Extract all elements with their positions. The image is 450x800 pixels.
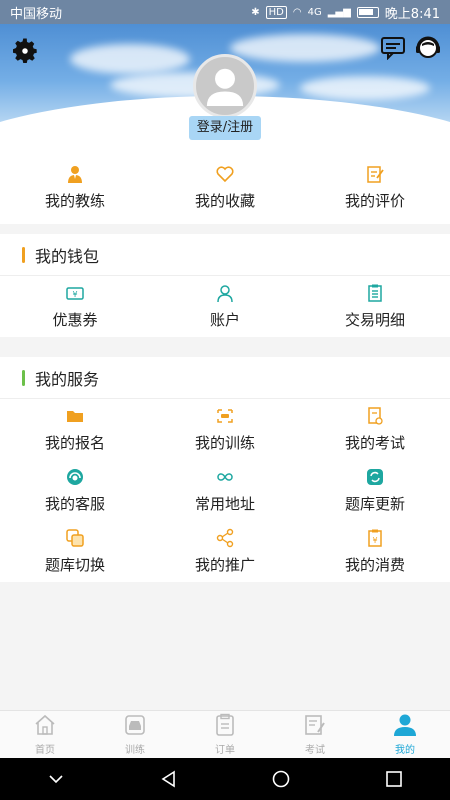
menu-item[interactable]: 题库更新 <box>300 460 450 521</box>
folder-icon <box>65 406 85 426</box>
menu-item[interactable]: 账户 <box>150 276 300 337</box>
menu-item[interactable]: 题库切换 <box>0 521 150 582</box>
bottom-tab-bar: 首页 训练 订单 考试 我的 <box>0 710 450 758</box>
menu-item-label: 我的考试 <box>344 434 405 452</box>
wifi-icon: ◠ <box>292 6 302 18</box>
status-icons: ✱ HD ◠ 4G ▂▄▆ 晚上8:41 <box>251 3 440 22</box>
heart-icon <box>215 164 235 184</box>
tab-label: 训练 <box>125 745 145 756</box>
hd-badge: HD <box>265 5 287 19</box>
section-title: 我的钱包 <box>35 246 100 266</box>
menu-item-label: 我的客服 <box>44 495 105 513</box>
recents-icon[interactable] <box>384 769 404 789</box>
cloud-decoration <box>300 76 430 100</box>
menu-item-label: 我的评价 <box>344 191 405 210</box>
message-icon[interactable] <box>380 36 406 60</box>
services-grid: 我的报名 我的训练 我的考试我的客服 常用地址 题库更新题库切换 我的推广 ¥ 我的消费 <box>0 399 450 582</box>
menu-item-label: 我的报名 <box>44 434 105 452</box>
tab-2[interactable]: 订单 <box>180 711 270 758</box>
menu-item-label: 常用地址 <box>194 495 255 513</box>
bluetooth-icon: ✱ <box>251 6 260 18</box>
clipboard-icon <box>213 713 237 740</box>
profile-page: 中国移动 ✱ HD ◠ 4G ▂▄▆ 晚上8:41 登录/注册 我的教练 我的收… <box>0 0 450 800</box>
tab-1[interactable]: 训练 <box>90 711 180 758</box>
menu-item-label: 我的消费 <box>344 556 405 574</box>
customer-service-icon[interactable] <box>414 34 442 62</box>
receipt-icon: ¥ <box>365 528 385 548</box>
car-icon <box>215 406 235 426</box>
menu-item[interactable]: 我的收藏 <box>150 150 300 224</box>
status-bar: 中国移动 ✱ HD ◠ 4G ▂▄▆ 晚上8:41 <box>0 0 450 24</box>
battery-icon <box>356 6 379 18</box>
edit-icon <box>365 164 385 184</box>
section-accent-bar <box>22 246 25 263</box>
list-icon <box>365 283 385 303</box>
tab-3[interactable]: 考试 <box>270 711 360 758</box>
home-icon <box>33 713 57 740</box>
wallet-grid: ¥ 优惠券 账户 交易明细 <box>0 276 450 337</box>
menu-item[interactable]: ¥ 我的消费 <box>300 521 450 582</box>
gear-icon[interactable] <box>10 36 40 66</box>
section-accent-bar <box>22 369 25 386</box>
menu-item[interactable]: 常用地址 <box>150 460 300 521</box>
menu-item[interactable]: 我的训练 <box>150 399 300 460</box>
coach-icon <box>65 164 85 184</box>
menu-item-label: 我的推广 <box>194 556 255 574</box>
cloud-decoration <box>230 34 380 62</box>
services-section-header: 我的服务 <box>0 357 450 399</box>
share-icon <box>215 528 235 548</box>
tab-0[interactable]: 首页 <box>0 711 90 758</box>
menu-item[interactable]: ¥ 优惠券 <box>0 276 150 337</box>
svg-text:¥: ¥ <box>72 290 77 299</box>
menu-item-label: 我的训练 <box>194 434 255 452</box>
default-avatar-icon <box>206 68 244 106</box>
refresh-icon <box>365 467 385 487</box>
headset-icon <box>65 467 85 487</box>
avatar[interactable] <box>193 54 257 118</box>
menu-item-label: 题库切换 <box>44 556 105 574</box>
system-navigation-bar <box>0 758 450 800</box>
menu-item[interactable]: 我的客服 <box>0 460 150 521</box>
menu-item[interactable]: 交易明细 <box>300 276 450 337</box>
services-section: 我的服务 我的报名 我的训练 我的考试 我的客服 常用地址 题库更新 题库切换 我的推广 ¥ 我的… <box>0 357 450 582</box>
menu-item-label: 账户 <box>209 311 240 329</box>
signal-icon: ▂▄▆ <box>327 6 351 18</box>
menu-item[interactable]: 我的报名 <box>0 399 150 460</box>
menu-item-label: 我的教练 <box>44 191 105 210</box>
menu-item-label: 交易明细 <box>344 311 405 329</box>
exam-icon <box>303 713 327 740</box>
back-icon[interactable] <box>159 769 179 789</box>
section-title: 我的服务 <box>35 369 100 389</box>
profile-icon <box>393 713 417 740</box>
menu-item[interactable]: 我的评价 <box>300 150 450 224</box>
signal-label: 4G <box>307 6 322 18</box>
clock-label: 晚上8:41 <box>384 6 440 22</box>
tab-label: 订单 <box>215 745 235 756</box>
wallet-section-header: 我的钱包 <box>0 234 450 276</box>
tab-4[interactable]: 我的 <box>360 711 450 758</box>
menu-item-label: 题库更新 <box>344 495 405 513</box>
cloud-decoration <box>70 44 190 74</box>
exam-icon <box>365 406 385 426</box>
coupon-icon: ¥ <box>65 283 85 303</box>
menu-item[interactable]: 我的考试 <box>300 399 450 460</box>
menu-item-label: 我的收藏 <box>194 191 255 210</box>
menu-item[interactable]: 我的教练 <box>0 150 150 224</box>
carrier-label: 中国移动 <box>10 6 63 22</box>
user-icon <box>215 283 235 303</box>
collapse-icon[interactable] <box>46 769 66 789</box>
svg-text:¥: ¥ <box>372 536 377 545</box>
tab-label: 首页 <box>35 745 55 756</box>
wallet-section: 我的钱包 ¥ 优惠券 账户 交易明细 <box>0 234 450 337</box>
quick-actions-row: 我的教练 我的收藏 我的评价 <box>0 150 450 224</box>
home-button-icon[interactable] <box>271 769 291 789</box>
menu-item[interactable]: 我的推广 <box>150 521 300 582</box>
tab-label: 我的 <box>395 745 415 756</box>
tab-label: 考试 <box>305 745 325 756</box>
car-icon <box>123 713 147 740</box>
infinity-icon <box>215 467 235 487</box>
menu-item-label: 优惠券 <box>52 311 98 329</box>
switch-icon <box>65 528 85 548</box>
login-register-button[interactable]: 登录/注册 <box>189 116 261 140</box>
